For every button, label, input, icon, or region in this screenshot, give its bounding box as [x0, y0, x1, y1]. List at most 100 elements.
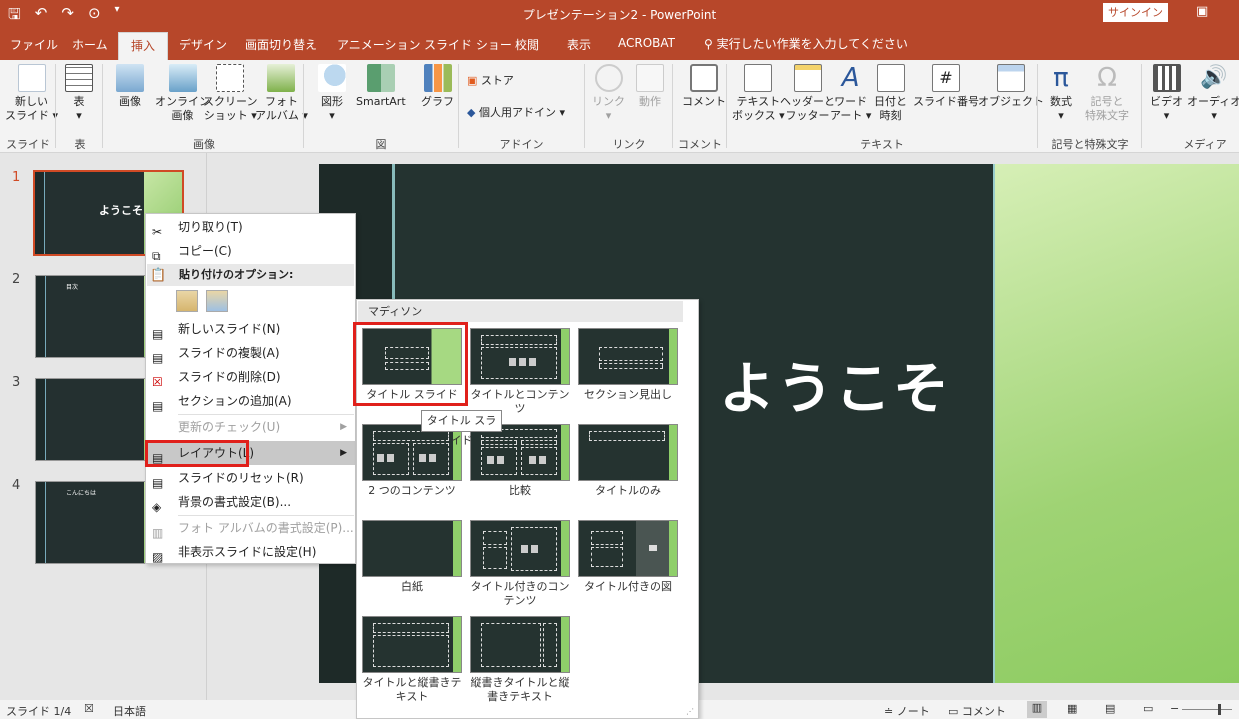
new-slide-button[interactable]: 新しいスライド ▾: [5, 64, 58, 123]
menu-new-slide[interactable]: ▤ 新しいスライド(N): [146, 317, 355, 341]
menu-label: 非表示スライドに設定(H): [178, 545, 317, 559]
my-addins-button[interactable]: ◆ 個人用アドイン ▾: [467, 106, 565, 120]
menu-format-background[interactable]: ◈ 背景の書式設定(B)...: [146, 490, 355, 514]
signin-button[interactable]: サインイン: [1103, 3, 1168, 22]
symbol-button[interactable]: Ω 記号と 特殊文字: [1085, 64, 1129, 123]
date-time-label2: 時刻: [879, 109, 902, 122]
language-status[interactable]: 日本語: [113, 703, 146, 719]
menu-reset-slide[interactable]: ▤ スライドのリセット(R): [146, 466, 355, 490]
online-pictures-button[interactable]: オンライン 画像: [155, 64, 210, 123]
date-time-button[interactable]: 日付と 時刻: [874, 64, 907, 123]
slide-number: 2: [12, 272, 21, 287]
slide-sorter-icon[interactable]: ▦: [1067, 702, 1077, 715]
header-footer-button[interactable]: ヘッダーと フッター: [780, 64, 835, 123]
shapes-icon: [318, 64, 346, 92]
separator: [726, 64, 727, 148]
tab-animations[interactable]: アニメーション: [337, 36, 421, 53]
layout-vertical-title-text[interactable]: 縦書きタイトルと縦書きテキスト: [470, 616, 570, 704]
photo-album-icon: [267, 64, 296, 92]
zoom-slider-thumb[interactable]: [1218, 704, 1221, 715]
zoom-out-icon[interactable]: −: [1170, 702, 1179, 715]
slide-title-text[interactable]: ようこそ: [719, 344, 951, 425]
normal-view-icon[interactable]: ▥: [1027, 701, 1047, 718]
equation-button[interactable]: π 数式 ▾: [1047, 64, 1075, 123]
comments-button[interactable]: ▭ コメント: [948, 703, 1006, 719]
layout-comparison[interactable]: 比較: [470, 424, 570, 498]
comment-button[interactable]: コメント: [682, 64, 726, 109]
smartart-label: SmartArt: [356, 95, 406, 108]
layout-two-content[interactable]: 2 つのコンテンツ: [362, 424, 462, 498]
chart-icon: [423, 64, 452, 92]
photo-album-button[interactable]: フォト アルバム ▾: [255, 64, 308, 123]
group-label-images: 画像: [193, 138, 215, 151]
tab-slideshow[interactable]: スライド ショー: [424, 36, 512, 53]
menu-hide-slide[interactable]: ▨ 非表示スライドに設定(H): [146, 540, 355, 564]
tab-transitions[interactable]: 画面切り替え: [245, 36, 317, 53]
layout-section-header[interactable]: セクション見出し: [578, 328, 678, 402]
table-button[interactable]: 表 ▾: [65, 64, 93, 123]
table-icon: [65, 64, 93, 92]
spellcheck-icon[interactable]: ☒: [84, 702, 94, 715]
menu-cut[interactable]: ✂ 切り取り(T): [146, 215, 355, 239]
menu-delete-slide[interactable]: ☒ スライドの削除(D): [146, 365, 355, 389]
paste-picture-icon[interactable]: [206, 290, 228, 312]
tab-view[interactable]: 表示: [567, 36, 591, 53]
wordart-label2: アート ▾: [830, 109, 872, 122]
screenshot-button[interactable]: スクリーン ショット ▾: [203, 64, 257, 123]
photo-album-icon: ▥: [152, 526, 164, 540]
notes-button[interactable]: ≐ ノート: [884, 703, 930, 719]
shapes-button[interactable]: 図形 ▾: [318, 64, 346, 123]
zoom-slider[interactable]: [1182, 709, 1232, 710]
tab-review[interactable]: 校閲: [515, 36, 539, 53]
tab-acrobat[interactable]: ACROBAT: [618, 36, 675, 50]
audio-dropdown-icon: ▾: [1211, 109, 1217, 122]
new-slide-label2: スライド: [5, 109, 49, 122]
pictures-label: 画像: [119, 95, 141, 108]
tab-home[interactable]: ホーム: [72, 36, 108, 53]
paste-keep-text-icon[interactable]: [176, 290, 198, 312]
omega-icon: Ω: [1097, 63, 1117, 93]
menu-duplicate-slide[interactable]: ▤ スライドの複製(A): [146, 341, 355, 365]
smartart-button[interactable]: SmartArt: [356, 64, 406, 109]
chart-button[interactable]: グラフ: [421, 64, 454, 109]
pictures-button[interactable]: 画像: [116, 64, 144, 109]
slide-number-button[interactable]: # スライド番号: [913, 64, 979, 109]
menu-copy[interactable]: ⧉ コピー(C): [146, 239, 355, 263]
title-bar: 🖫 ↶ ↷ ⊙ ▾ プレゼンテーション2 - PowerPoint サインイン …: [0, 0, 1239, 29]
context-menu: ✂ 切り取り(T) ⧉ コピー(C) 貼り付けのオプション: 📋 ▤ 新しいスライド(…: [145, 213, 356, 564]
wordart-label: ワード: [834, 95, 868, 108]
action-button[interactable]: 動作: [636, 64, 664, 109]
layout-title-content[interactable]: タイトルとコンテンツ: [470, 328, 570, 416]
slideshow-view-icon[interactable]: ▭: [1143, 702, 1153, 715]
video-button[interactable]: ビデオ ▾: [1150, 64, 1183, 123]
reading-view-icon[interactable]: ▤: [1105, 702, 1115, 715]
tab-insert[interactable]: 挿入: [118, 32, 169, 60]
menu-check-updates[interactable]: 更新のチェック(U) ▶: [146, 415, 355, 439]
ribbon-display-options-icon[interactable]: ▣: [1196, 4, 1208, 19]
resize-grip-icon[interactable]: ⋰: [686, 707, 694, 716]
duplicate-icon: ▤: [152, 351, 164, 365]
hide-slide-icon: ▨: [152, 550, 164, 564]
video-icon: [1152, 64, 1181, 92]
menu-format-photo-album[interactable]: ▥ フォト アルバムの書式設定(P)...: [146, 516, 355, 540]
layout-title-vertical-text[interactable]: タイトルと縦書きテキスト: [362, 616, 462, 704]
layout-content-with-caption[interactable]: タイトル付きのコンテンツ: [470, 520, 570, 608]
tell-me-box[interactable]: ⚲ 実行したい作業を入力してください: [704, 35, 908, 52]
menu-label: スライドのリセット(R): [178, 471, 304, 485]
audio-button[interactable]: 🔊 オーディオ ▾: [1187, 64, 1239, 123]
group-label-illustrations: 図: [375, 138, 387, 151]
layout-label: タイトルと縦書きテキスト: [362, 676, 462, 703]
object-button[interactable]: オブジェクト: [978, 64, 1044, 109]
tab-file[interactable]: ファイル: [10, 36, 58, 53]
tab-design[interactable]: デザイン: [179, 36, 227, 53]
separator: [458, 64, 459, 148]
layout-blank[interactable]: 白紙: [362, 520, 462, 594]
search-icon: ⚲: [704, 37, 717, 51]
link-button[interactable]: リンク ▾: [592, 64, 625, 123]
store-button[interactable]: ▣ ストア: [467, 74, 514, 88]
menu-add-section[interactable]: ▤ セクションの追加(A): [146, 389, 355, 413]
wordart-button[interactable]: A ワード アート ▾: [830, 64, 871, 123]
layout-picture-with-caption[interactable]: タイトル付きの図: [578, 520, 678, 594]
layout-title-only[interactable]: タイトルのみ: [578, 424, 678, 498]
text-box-button[interactable]: テキスト ボックス ▾: [732, 64, 785, 123]
